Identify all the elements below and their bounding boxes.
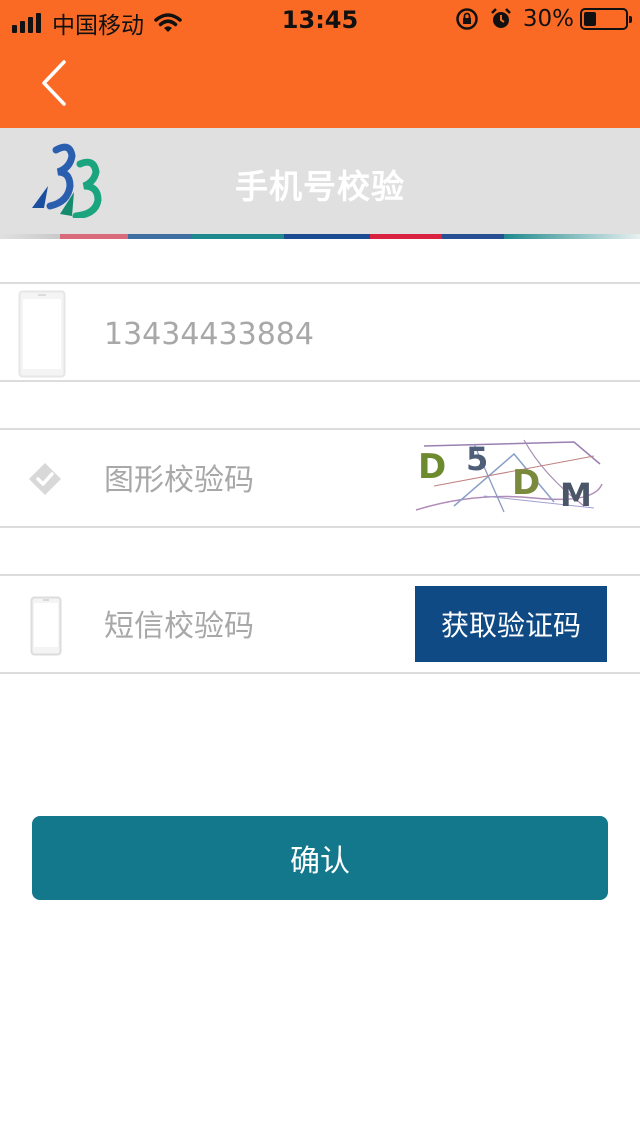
sms-code-row: 获取验证码 bbox=[0, 574, 640, 674]
phone-row bbox=[0, 282, 640, 382]
image-code-input[interactable] bbox=[104, 458, 404, 502]
battery-percent: 30% bbox=[522, 6, 574, 32]
check-icon bbox=[29, 463, 61, 495]
page-header: 手机号校验 bbox=[0, 128, 640, 234]
confirm-button[interactable]: 确认 bbox=[32, 816, 608, 900]
alarm-icon bbox=[490, 8, 511, 28]
phone-icon bbox=[18, 290, 66, 378]
phone-icon bbox=[30, 596, 62, 656]
get-sms-code-button[interactable]: 获取验证码 bbox=[415, 586, 607, 662]
battery-icon bbox=[580, 8, 632, 30]
back-button[interactable] bbox=[36, 58, 76, 108]
header-stripe bbox=[0, 234, 640, 239]
captcha-char-3: D bbox=[512, 463, 540, 503]
captcha-image[interactable]: D 5 D M bbox=[414, 436, 604, 520]
rotation-lock-icon bbox=[456, 8, 478, 30]
image-code-row: D 5 D M bbox=[0, 428, 640, 528]
phone-input[interactable] bbox=[104, 312, 404, 356]
status-bar: 中国移动 13:45 30% bbox=[0, 0, 640, 40]
captcha-char-1: D bbox=[418, 447, 446, 487]
page-title: 手机号校验 bbox=[235, 167, 405, 206]
captcha-char-2: 5 bbox=[466, 440, 488, 478]
sms-code-input[interactable] bbox=[104, 604, 404, 648]
top-bar: 中国移动 13:45 30% bbox=[0, 0, 640, 128]
captcha-char-4: M bbox=[560, 476, 592, 514]
